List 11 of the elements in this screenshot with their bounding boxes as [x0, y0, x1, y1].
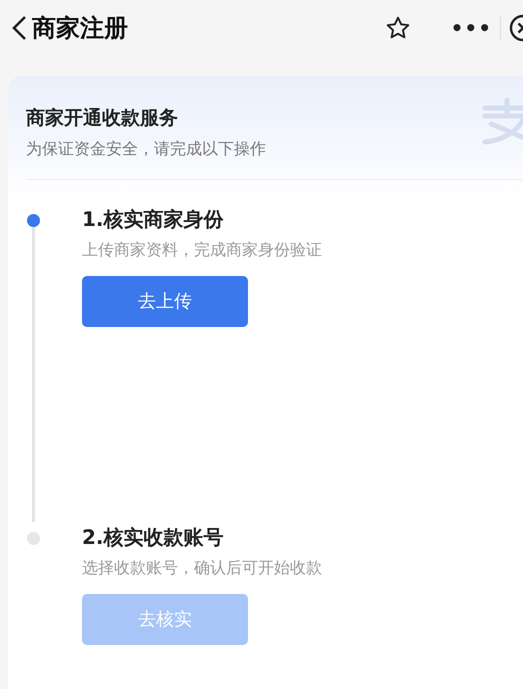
- step-description: 上传商家资料，完成商家身份验证: [82, 238, 322, 260]
- back-icon[interactable]: [10, 14, 28, 42]
- card-title: 商家开通收款服务: [26, 106, 178, 131]
- star-icon[interactable]: [384, 15, 411, 41]
- step-title: 1.核实商家身份: [82, 206, 224, 232]
- step-button[interactable]: 去上传: [82, 276, 248, 326]
- card-subtitle: 为保证资金安全，请完成以下操作: [26, 138, 266, 160]
- step-title: 2.核实收款账号: [82, 524, 224, 550]
- more-button[interactable]: •••: [450, 13, 492, 43]
- step-description: 选择收款账号，确认后可开始收款: [82, 556, 322, 578]
- page-title: 商家注册: [32, 13, 128, 44]
